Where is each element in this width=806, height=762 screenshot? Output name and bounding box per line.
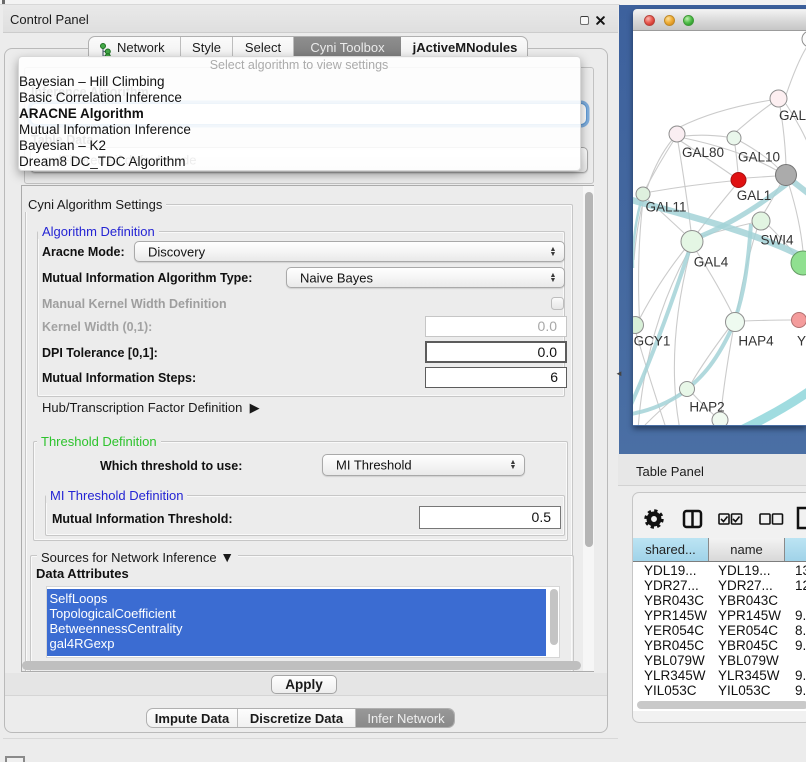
svg-text:GAL4: GAL4 bbox=[694, 255, 729, 270]
svg-text:Y: Y bbox=[797, 334, 806, 349]
svg-text:GAL80: GAL80 bbox=[682, 145, 724, 160]
svg-text:HAP2: HAP2 bbox=[689, 400, 724, 415]
svg-text:SWI4: SWI4 bbox=[760, 233, 793, 248]
svg-text:GAL1: GAL1 bbox=[737, 188, 772, 203]
svg-text:GAL7: GAL7 bbox=[779, 108, 806, 123]
svg-text:GAL11: GAL11 bbox=[645, 200, 686, 215]
svg-text:GAL10: GAL10 bbox=[738, 150, 780, 165]
svg-text:GCY1: GCY1 bbox=[634, 334, 671, 349]
svg-text:HAP4: HAP4 bbox=[738, 334, 774, 349]
